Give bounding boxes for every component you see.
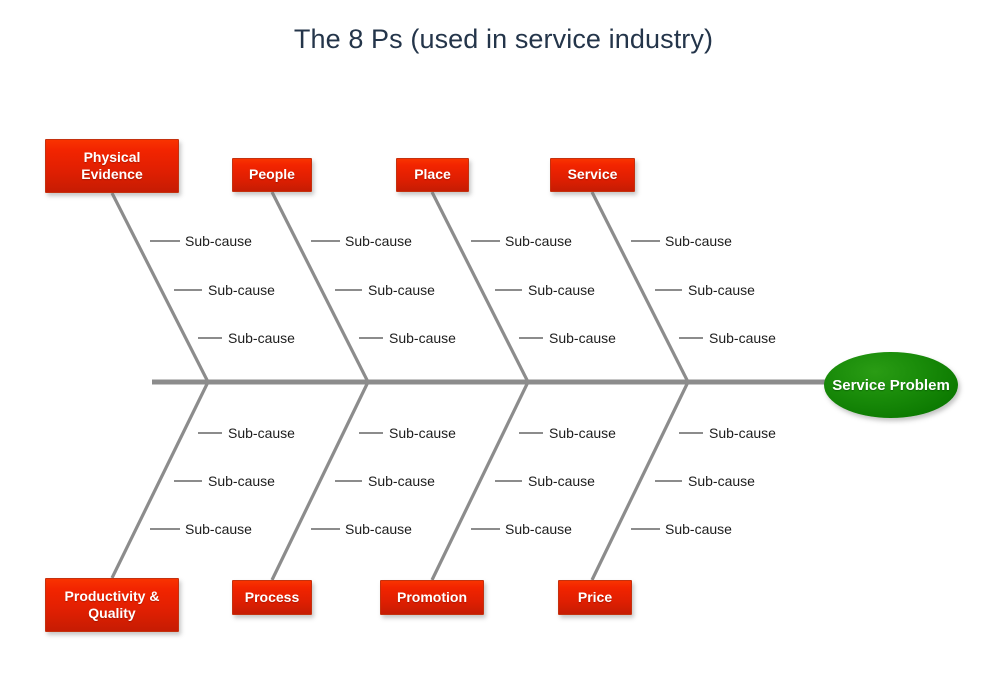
category-label-promotion: Promotion [397, 588, 467, 605]
category-label-physical-evidence: Physical Evidence [81, 148, 143, 183]
subcause-label-process-3[interactable]: Sub-cause [345, 522, 412, 536]
subcause-label-people-1[interactable]: Sub-cause [345, 234, 412, 248]
category-box-process[interactable]: Process [232, 580, 312, 615]
subcause-label-productivity-quality-3[interactable]: Sub-cause [185, 522, 252, 536]
subcause-label-promotion-3[interactable]: Sub-cause [505, 522, 572, 536]
subcause-label-price-2[interactable]: Sub-cause [688, 474, 755, 488]
subcause-label-process-2[interactable]: Sub-cause [368, 474, 435, 488]
subcause-label-physical-evidence-1[interactable]: Sub-cause [185, 234, 252, 248]
category-label-process: Process [244, 588, 300, 605]
bone-process [270, 381, 370, 581]
category-box-people[interactable]: People [232, 158, 312, 192]
category-label-price: Price [577, 588, 613, 605]
bone-people [270, 191, 370, 383]
category-box-productivity-quality[interactable]: Productivity & Quality [45, 578, 179, 632]
bone-productivity-quality [110, 381, 210, 579]
subcause-label-physical-evidence-3[interactable]: Sub-cause [228, 331, 295, 345]
category-box-place[interactable]: Place [396, 158, 469, 192]
subcause-label-price-3[interactable]: Sub-cause [665, 522, 732, 536]
subcause-label-place-3[interactable]: Sub-cause [549, 331, 616, 345]
subcause-label-promotion-2[interactable]: Sub-cause [528, 474, 595, 488]
subcause-label-promotion-1[interactable]: Sub-cause [549, 426, 616, 440]
bone-physical-evidence [110, 192, 210, 383]
subcause-label-place-1[interactable]: Sub-cause [505, 234, 572, 248]
fishbone-diagram: The 8 Ps (used in service industry) Phys… [0, 0, 1007, 698]
bone-place [430, 191, 530, 383]
effect-node-service-problem[interactable]: Service Problem [824, 352, 958, 418]
bone-promotion [430, 381, 530, 581]
subcause-label-people-2[interactable]: Sub-cause [368, 283, 435, 297]
bone-service [590, 191, 690, 383]
subcause-label-productivity-quality-2[interactable]: Sub-cause [208, 474, 275, 488]
page-title: The 8 Ps (used in service industry) [293, 24, 714, 54]
subcause-label-people-3[interactable]: Sub-cause [389, 331, 456, 345]
subcause-label-service-1[interactable]: Sub-cause [665, 234, 732, 248]
category-label-productivity-quality: Productivity & Quality [64, 587, 160, 622]
category-box-physical-evidence[interactable]: Physical Evidence [45, 139, 179, 193]
category-label-place: Place [414, 166, 451, 183]
category-box-price[interactable]: Price [558, 580, 632, 615]
subcause-label-productivity-quality-1[interactable]: Sub-cause [228, 426, 295, 440]
subcause-label-price-1[interactable]: Sub-cause [709, 426, 776, 440]
subcause-label-place-2[interactable]: Sub-cause [528, 283, 595, 297]
effect-label: Service Problem [832, 376, 950, 394]
subcause-label-service-2[interactable]: Sub-cause [688, 283, 755, 297]
subcause-label-process-1[interactable]: Sub-cause [389, 426, 456, 440]
category-label-service: Service [567, 166, 618, 183]
subcause-label-service-3[interactable]: Sub-cause [709, 331, 776, 345]
category-box-service[interactable]: Service [550, 158, 635, 192]
category-label-people: People [249, 166, 295, 183]
category-box-promotion[interactable]: Promotion [380, 580, 484, 615]
subcause-label-physical-evidence-2[interactable]: Sub-cause [208, 283, 275, 297]
bone-price [590, 381, 690, 581]
